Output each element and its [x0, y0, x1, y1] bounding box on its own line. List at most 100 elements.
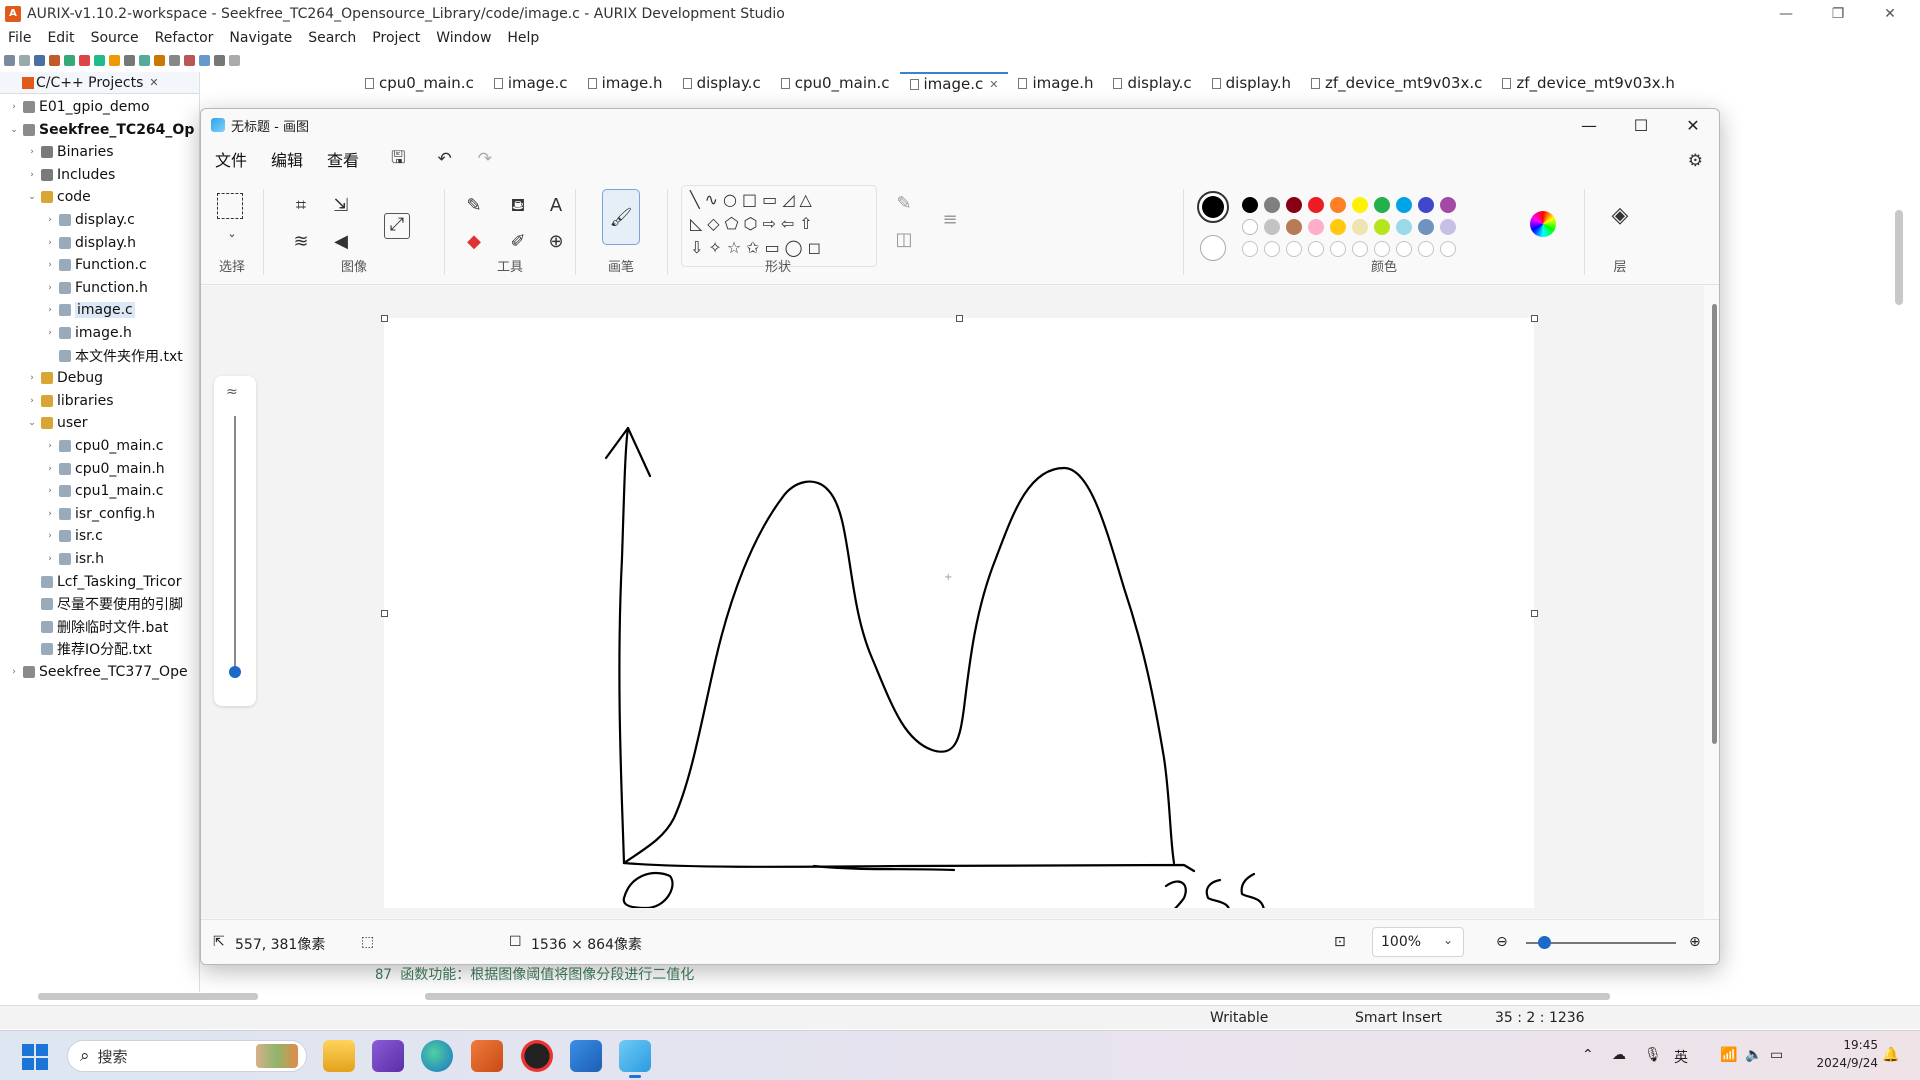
ide-menu-project[interactable]: Project [364, 30, 428, 46]
ide-menu-refactor[interactable]: Refactor [147, 30, 222, 46]
undo-icon[interactable]: ↶ [438, 149, 452, 169]
cloud-icon[interactable]: ☁ [1612, 1047, 1626, 1063]
tree-item[interactable]: 尽量不要使用的引脚 [26, 593, 183, 615]
tree-item[interactable]: › image.h [44, 322, 132, 344]
custom-color-slot[interactable] [1264, 241, 1280, 257]
tree-toggle-icon[interactable]: › [44, 509, 56, 519]
media-app-icon[interactable] [521, 1040, 553, 1072]
paint-menu-file[interactable]: 文件 [205, 147, 257, 171]
tree-item[interactable]: Lcf_Tasking_Tricor [26, 571, 181, 593]
tree-toggle-icon[interactable]: › [26, 147, 38, 157]
paint-menu-edit[interactable]: 编辑 [261, 147, 313, 171]
palette-color[interactable] [1418, 197, 1434, 213]
tree-item[interactable]: › isr.c [44, 525, 103, 547]
snipping-tool-app-icon[interactable] [570, 1040, 602, 1072]
edge-browser-app-icon[interactable] [421, 1040, 453, 1072]
close-icon[interactable]: ✕ [149, 76, 158, 89]
custom-color-slot[interactable] [1330, 241, 1346, 257]
zoom-in-icon[interactable]: ⊕ [1689, 934, 1701, 950]
palette-color[interactable] [1352, 197, 1368, 213]
palette-color[interactable] [1396, 197, 1412, 213]
tree-toggle-icon[interactable]: › [44, 305, 56, 315]
editor-horizontal-scrollbar[interactable] [425, 993, 1610, 1000]
brush-icon[interactable]: 🖌 [602, 189, 640, 245]
palette-color[interactable] [1308, 219, 1324, 235]
tree-toggle-icon[interactable]: › [26, 396, 38, 406]
editor-tab[interactable]: display.h [1202, 72, 1301, 94]
tree-toggle-icon[interactable]: ⌄ [26, 192, 38, 202]
tree-toggle-icon[interactable]: › [44, 441, 56, 451]
tree-toggle-icon[interactable]: › [44, 283, 56, 293]
palette-color[interactable] [1396, 219, 1412, 235]
ide-menu-file[interactable]: File [0, 30, 39, 46]
redo-icon[interactable]: ↷ [478, 149, 492, 169]
tree-item[interactable]: › cpu1_main.c [44, 480, 163, 502]
palette-color[interactable] [1330, 197, 1346, 213]
ide-minimize-button[interactable]: — [1760, 0, 1812, 27]
custom-color-slot[interactable] [1308, 241, 1324, 257]
tree-toggle-icon[interactable]: › [44, 554, 56, 564]
custom-color-slot[interactable] [1440, 241, 1456, 257]
flip-icon[interactable]: ◀ [330, 231, 352, 253]
tree-item[interactable]: › Function.c [44, 254, 147, 276]
palette-color[interactable] [1374, 197, 1390, 213]
toolbar-tool-icon[interactable] [184, 54, 195, 66]
tree-toggle-icon[interactable]: › [26, 373, 38, 383]
palette-color[interactable] [1418, 219, 1434, 235]
editor-tab[interactable]: cpu0_main.c [355, 72, 484, 94]
editor-tab[interactable]: image.h [1008, 72, 1103, 94]
shapes-gallery[interactable]: ╲∿○□▭◿△ ◺◇⬠⬡⇨⇦⇧ ⇩✧☆✩▭◯◻ [681, 185, 877, 267]
resize-icon[interactable]: ⇲ [330, 195, 352, 217]
palette-color[interactable] [1330, 219, 1346, 235]
palette-color[interactable] [1242, 219, 1258, 235]
paint-app-icon[interactable] [619, 1040, 651, 1078]
ide-maximize-button[interactable]: ❐ [1812, 0, 1864, 27]
crop-icon[interactable]: ⌗ [290, 195, 312, 217]
palette-color[interactable] [1352, 219, 1368, 235]
toolbar-tool-icon[interactable] [49, 54, 60, 66]
layers-icon[interactable]: ◈ [1609, 205, 1631, 227]
tree-item[interactable]: › Includes [26, 164, 115, 186]
zoom-out-icon[interactable]: ⊖ [1496, 934, 1508, 950]
toolbar-tool-icon[interactable] [229, 54, 240, 66]
tree-toggle-icon[interactable]: › [8, 667, 20, 677]
tree-toggle-icon[interactable]: › [44, 464, 56, 474]
wifi-icon[interactable]: 📶 [1720, 1047, 1737, 1063]
save-icon[interactable]: 🖫 [391, 145, 405, 174]
tree-item[interactable]: › E01_gpio_demo [8, 96, 149, 118]
editor-tab[interactable]: zf_device_mt9v03x.h [1492, 72, 1685, 94]
zoom-slider-thumb[interactable] [1538, 936, 1551, 949]
zoom-slider[interactable] [1526, 936, 1676, 949]
notification-bell-icon[interactable]: 🔔 [1882, 1047, 1899, 1063]
palette-color[interactable] [1374, 219, 1390, 235]
palette-color[interactable] [1440, 219, 1456, 235]
fill-bucket-icon[interactable]: ⛾ [507, 195, 529, 217]
project-explorer-title[interactable]: C/C++ Projects [36, 75, 143, 91]
palette-color[interactable] [1286, 197, 1302, 213]
fit-to-window-icon[interactable]: ⊡ [1334, 934, 1346, 950]
tree-toggle-icon[interactable]: › [44, 260, 56, 270]
toolbar-tool-icon[interactable] [34, 54, 45, 66]
ide-close-button[interactable]: ✕ [1864, 0, 1916, 27]
editor-tab[interactable]: image.c ✕ [899, 72, 1009, 94]
tree-toggle-icon[interactable]: › [44, 215, 56, 225]
zoom-slider-thumb[interactable] [229, 666, 241, 678]
editor-tab[interactable]: display.c [1103, 72, 1201, 94]
tree-item[interactable]: › Seekfree_TC377_Ope [8, 661, 187, 683]
rotate-icon[interactable]: ≋ [290, 231, 312, 253]
magnifier-icon[interactable]: ⊕ [545, 231, 567, 253]
toolbar-tool-icon[interactable] [124, 54, 135, 66]
tree-item[interactable]: ⌄ user [26, 412, 87, 434]
editor-tab[interactable]: display.c [673, 72, 771, 94]
rectangle-select-icon[interactable] [217, 193, 243, 219]
tree-item[interactable]: 删除临时文件.bat [26, 616, 168, 638]
tree-item[interactable]: › Binaries [26, 141, 113, 163]
ide-menu-source[interactable]: Source [83, 30, 147, 46]
chevron-down-icon[interactable]: ⌄ [221, 223, 243, 245]
tree-item[interactable]: › cpu0_main.h [44, 458, 164, 480]
close-tab-icon[interactable]: ✕ [989, 78, 998, 91]
palette-color[interactable] [1264, 219, 1280, 235]
toolbar-tool-icon[interactable] [4, 54, 15, 66]
toolbar-tool-icon[interactable] [169, 54, 180, 66]
custom-color-slot[interactable] [1374, 241, 1390, 257]
